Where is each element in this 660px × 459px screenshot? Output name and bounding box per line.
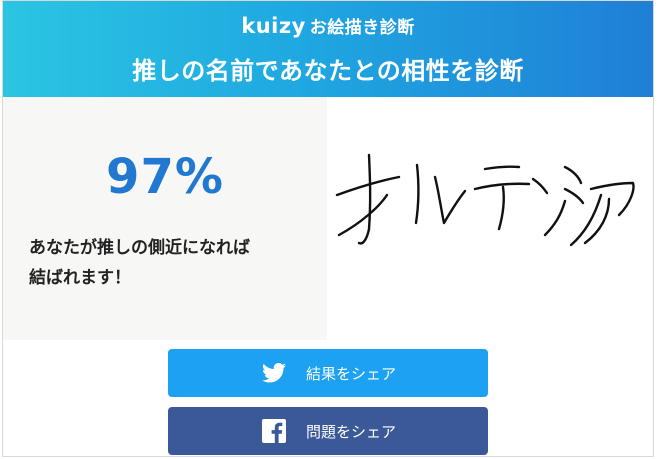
brand-logo: kuizy — [241, 14, 306, 38]
brand: kuizy お絵描き診断 — [3, 13, 653, 38]
share-result-label: 結果をシェア — [305, 364, 396, 383]
share-question-label: 問題をシェア — [305, 422, 396, 441]
share-result-twitter-button[interactable]: 結果をシェア — [168, 349, 488, 397]
handwritten-drawing-icon — [329, 97, 653, 340]
result-message-line-2: 結ばれます！ — [29, 268, 131, 288]
result-message: あなたが推しの側近になれば 結ばれます！ — [29, 233, 319, 293]
share-question-facebook-button[interactable]: 問題をシェア — [168, 407, 488, 455]
twitter-icon — [260, 359, 288, 387]
facebook-icon — [260, 417, 288, 445]
page-title: 推しの名前であなたとの相性を診断 — [132, 57, 524, 85]
result-panel: 97% あなたが推しの側近になれば 結ばれます！ — [3, 97, 327, 340]
header: kuizy お絵描き診断 推しの名前であなたとの相性を診断 — [3, 1, 653, 97]
compatibility-percent: 97% — [106, 149, 224, 205]
result-card: kuizy お絵描き診断 推しの名前であなたとの相性を診断 97% あなたが推しの… — [2, 0, 654, 457]
result-message-line-1: あなたが推しの側近になれば — [29, 238, 250, 258]
brand-sub: お絵描き診断 — [309, 18, 415, 38]
